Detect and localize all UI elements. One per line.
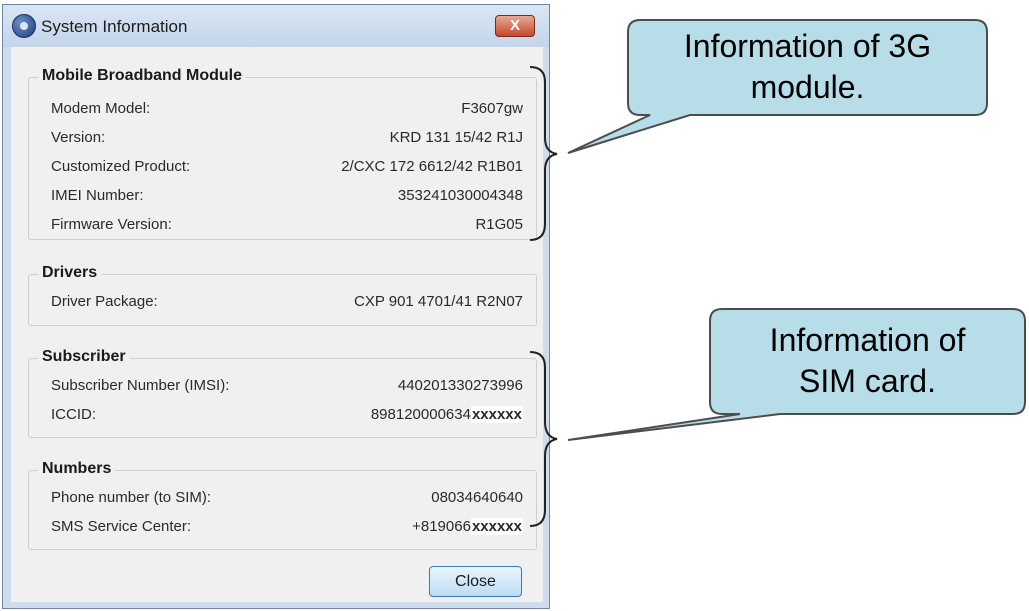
brace-module bbox=[529, 66, 558, 241]
callout-text-sim: Information of SIM card. bbox=[769, 322, 966, 399]
brace-subscriber bbox=[529, 351, 558, 527]
callout-text-module: Information of 3G module. bbox=[683, 28, 932, 105]
